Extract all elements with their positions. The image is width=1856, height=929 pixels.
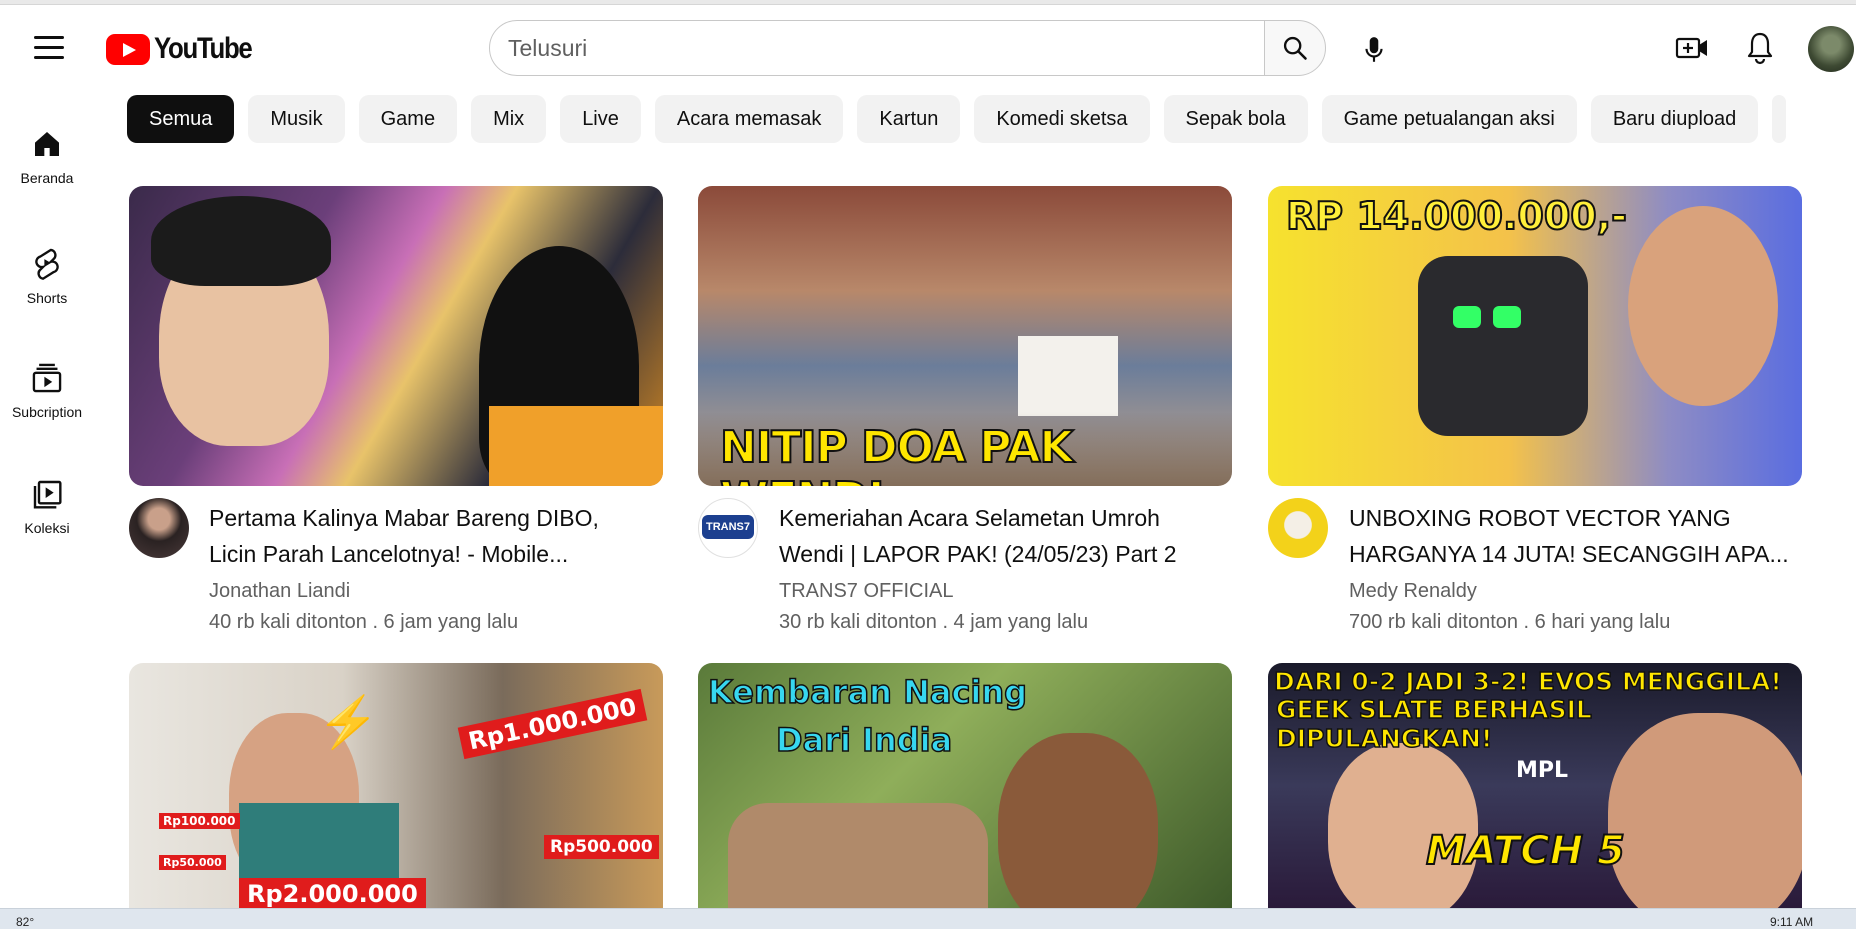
thumbnail-price-tag: Rp50.000 [159,855,226,870]
bell-icon [1747,32,1773,65]
chip-semua[interactable]: Semua [127,95,235,143]
youtube-play-icon [106,33,150,65]
channel-name[interactable]: Jonathan Liandi [209,580,350,603]
chip-komedi-sketsa[interactable]: Komedi sketsa [974,95,1150,143]
chip-more[interactable] [1772,95,1787,143]
shorts-icon [35,248,59,280]
thumbnail-caption: RP 14.000.000,- [1285,193,1628,239]
thumbnail-jersey [489,406,663,486]
channel-name[interactable]: Medy Renaldy [1349,580,1477,603]
sidebar-item-koleksi[interactable]: Koleksi [0,478,94,536]
microphone-icon [1365,37,1383,62]
chip-baru-diupload[interactable]: Baru diupload [1590,95,1759,143]
chip-acara-memasak[interactable]: Acara memasak [654,95,844,143]
chip-musik[interactable]: Musik [248,95,345,143]
chip-mix[interactable]: Mix [471,95,547,143]
video-thumbnail[interactable]: DARI 0-2 JADI 3-2! EVOS MENGGILA! GEEK S… [1268,663,1802,908]
video-title[interactable]: Pertama Kalinya Mabar Bareng DIBO, Licin… [209,500,649,572]
video-title[interactable]: Kemeriahan Acara Selametan Umroh Wendi |… [779,500,1219,572]
search-icon [1283,36,1307,60]
library-icon [33,480,62,509]
robot-eye [1493,306,1521,328]
thumbnail-caption: Dari India [775,720,953,760]
chip-live[interactable]: Live [560,95,641,143]
channel-name[interactable]: TRANS7 OFFICIAL [779,580,953,603]
chip-game[interactable]: Game [358,95,458,143]
video-meta: 40 rb kali ditonton . 6 jam yang lalu [209,611,519,633]
notifications-button[interactable] [1738,26,1782,70]
thumbnail-caption: DARI 0-2 JADI 3-2! EVOS MENGGILA! [1273,666,1782,697]
channel-avatar[interactable]: TRANS7 [698,498,758,558]
sidebar-item-beranda[interactable]: Beranda [0,128,94,186]
window-top-edge [0,0,1856,5]
chip-sepak-bola[interactable]: Sepak bola [1163,95,1308,143]
thumbnail-caption: NITIP DOA PAK WENDI [719,421,1075,486]
thumbnail-price-tag: Rp1.000.000 [457,688,648,760]
os-taskbar: 82° 9:11 AM [0,908,1856,929]
video-thumbnail[interactable]: Kembaran Nacing Dari India [698,663,1232,908]
channel-avatar-logo: TRANS7 [702,515,754,539]
sidebar-item-label: Subcription [11,404,83,420]
search-button[interactable] [1264,20,1326,76]
sidebar-item-label: Koleksi [24,520,70,536]
thumbnail-caption: GEEK SLATE BERHASIL DIPULANGKAN! [1275,694,1592,754]
video-title[interactable]: UNBOXING ROBOT VECTOR YANG HARGANYA 14 J… [1349,500,1789,572]
filter-chips-bar: Semua Musik Game Mix Live Acara memasak Kartun… [127,95,1829,143]
chip-kartun[interactable]: Kartun [857,95,961,143]
clock-time: 9:11 AM [1770,915,1814,929]
thumbnail-caption: Kembaran Nacing [707,672,1028,712]
search-placeholder: Telusuri [508,34,588,61]
channel-avatar[interactable] [1268,498,1328,558]
youtube-logo[interactable]: YouTube [106,32,267,66]
thumbnail-price-tag: Rp2.000.000 [239,878,426,908]
thumbnail-person [1328,743,1478,908]
thumbnail-logo: MPL [1516,758,1569,783]
thumbnail-hair [151,196,331,286]
channel-avatar[interactable] [129,498,189,558]
video-thumbnail[interactable]: RP 14.000.000,- [1268,186,1802,486]
weather-temp: 82° [16,915,35,929]
sidebar-item-label: Beranda [20,170,74,186]
sidebar-item-label: Shorts [26,290,68,306]
home-icon [35,132,59,156]
chip-game-petualangan-aksi[interactable]: Game petualangan aksi [1321,95,1577,143]
thumbnail-person [1628,206,1778,406]
video-thumbnail[interactable]: ⚡ Rp1.000.000 Rp100.000 Rp50.000 Rp500.0… [129,663,663,908]
thumbnail-boxes [1018,336,1118,416]
video-thumbnail[interactable]: NITIP DOA PAK WENDI [698,186,1232,486]
hamburger-menu-icon[interactable] [30,32,68,62]
sidebar-item-shorts[interactable]: Shorts [0,246,94,306]
thumbnail-person [998,733,1158,908]
video-meta: 30 rb kali ditonton . 4 jam yang lalu [779,611,1089,633]
video-meta: 700 rb kali ditonton . 6 hari yang lalu [1349,611,1671,633]
robot-eye [1453,306,1481,328]
voice-search-button[interactable] [1352,28,1396,72]
account-avatar[interactable] [1808,26,1854,72]
thumbnail-caption: MATCH 5 [1425,827,1626,875]
thumbnail-robot [1418,256,1588,436]
create-video-icon [1675,37,1707,59]
logo-text: YouTube [154,32,253,65]
thumbnail-group [728,803,988,908]
subscriptions-icon [32,363,62,393]
create-video-button[interactable] [1670,26,1714,70]
search-input[interactable]: Telusuri [489,20,1265,76]
sidebar-item-subscriptions[interactable]: Subcription [0,362,94,420]
lightning-icon: ⚡ [317,694,380,750]
video-thumbnail[interactable] [129,186,663,486]
thumbnail-price-tag: Rp500.000 [544,835,659,859]
thumbnail-price-tag: Rp100.000 [159,813,240,829]
